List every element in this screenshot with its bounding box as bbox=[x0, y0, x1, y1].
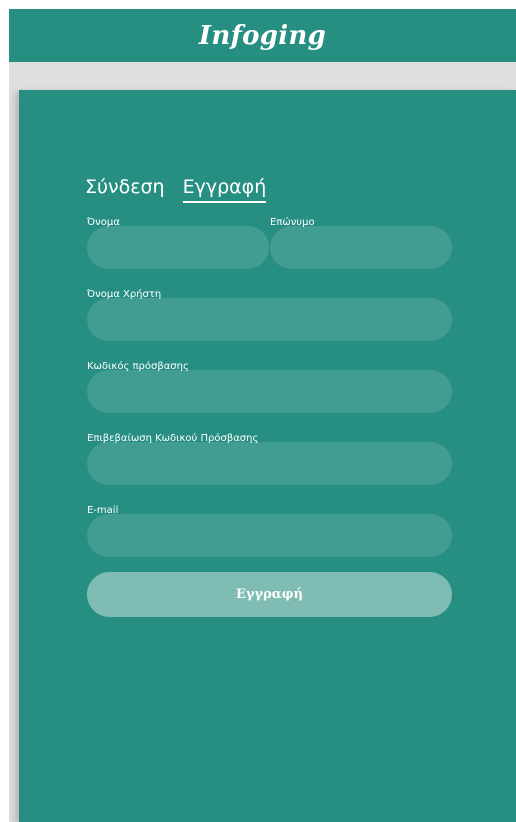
register-button[interactable]: Εγγραφή bbox=[87, 572, 452, 617]
brand-logo[interactable]: Infoging bbox=[199, 21, 326, 51]
last-name-field[interactable] bbox=[270, 226, 452, 269]
auth-tabs: Σύνδεση Εγγραφή bbox=[85, 176, 267, 203]
password-field[interactable] bbox=[87, 370, 452, 413]
top-bar: Infoging bbox=[9, 9, 516, 62]
tab-login[interactable]: Σύνδεση bbox=[85, 176, 165, 203]
password-confirm-field[interactable] bbox=[87, 442, 452, 485]
tab-register[interactable]: Εγγραφή bbox=[182, 176, 267, 203]
first-name-field[interactable] bbox=[87, 226, 269, 269]
auth-card: Σύνδεση Εγγραφή Όνομα Επώνυμο Όνομα Χρήσ… bbox=[19, 90, 516, 822]
username-field[interactable] bbox=[87, 298, 452, 341]
email-field[interactable] bbox=[87, 514, 452, 557]
